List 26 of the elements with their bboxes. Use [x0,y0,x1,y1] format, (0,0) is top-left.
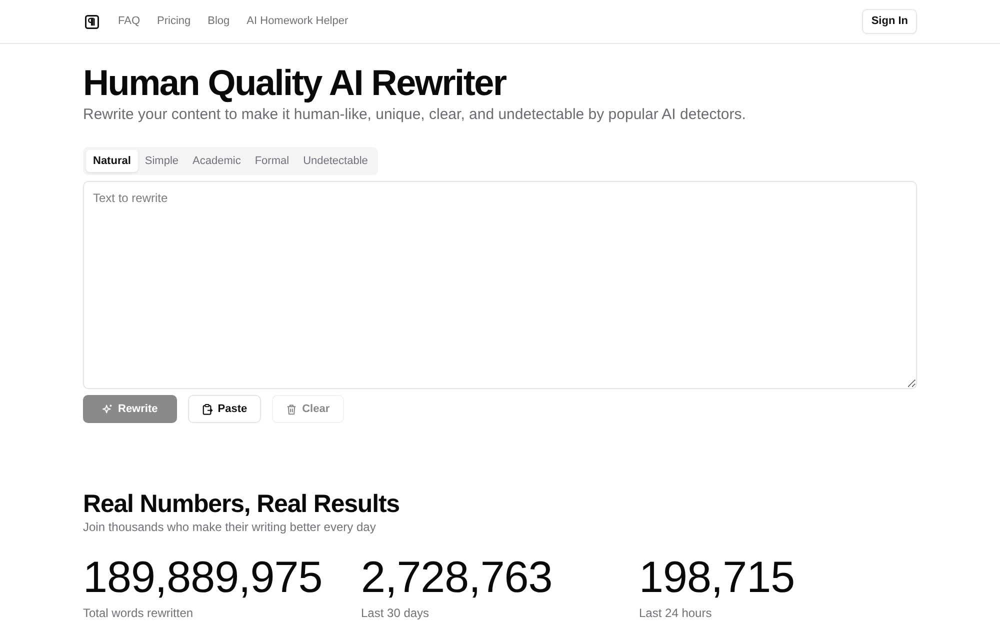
paste-button[interactable]: Paste [188,395,262,423]
mode-tab[interactable]: Undetectable [296,150,375,172]
nav-link[interactable]: Blog [208,13,230,30]
mode-tab[interactable]: Academic [186,150,248,172]
stat-label: Total words rewritten [83,605,194,621]
trash-icon [286,404,298,414]
sign-in-button[interactable]: Sign In [862,9,917,34]
stat-label: Last 30 days [361,605,430,621]
mode-tab[interactable]: Simple [138,150,186,172]
section-heading: Real Numbers, Real Results [83,489,400,519]
nav-link[interactable]: FAQ [118,13,140,30]
stat-value: 189,889,975 [83,554,324,602]
mode-tab[interactable]: Formal [248,150,296,172]
stat-label: Last 24 hours [639,605,713,621]
pilcrow-logo-icon[interactable] [85,14,99,28]
page-subtitle: Rewrite your content to make it human-like, unique, clear, and undetectable by popular AI detectors. [83,105,747,125]
stat-value: 198,715 [639,554,796,602]
stat-value: 2,728,763 [361,554,554,602]
nav-link[interactable]: Pricing [157,13,191,30]
clipboard-icon [202,404,213,414]
nav-link[interactable]: AI Homework Helper [246,13,348,30]
mode-tab[interactable]: Natural [86,150,138,172]
sparkle-icon [102,404,113,414]
section-subtitle: Join thousands who make their writing better every day [83,519,377,535]
text-input-area[interactable]: Text to rewrite [83,181,917,389]
page-title: Human Quality AI Rewriter [83,61,508,104]
